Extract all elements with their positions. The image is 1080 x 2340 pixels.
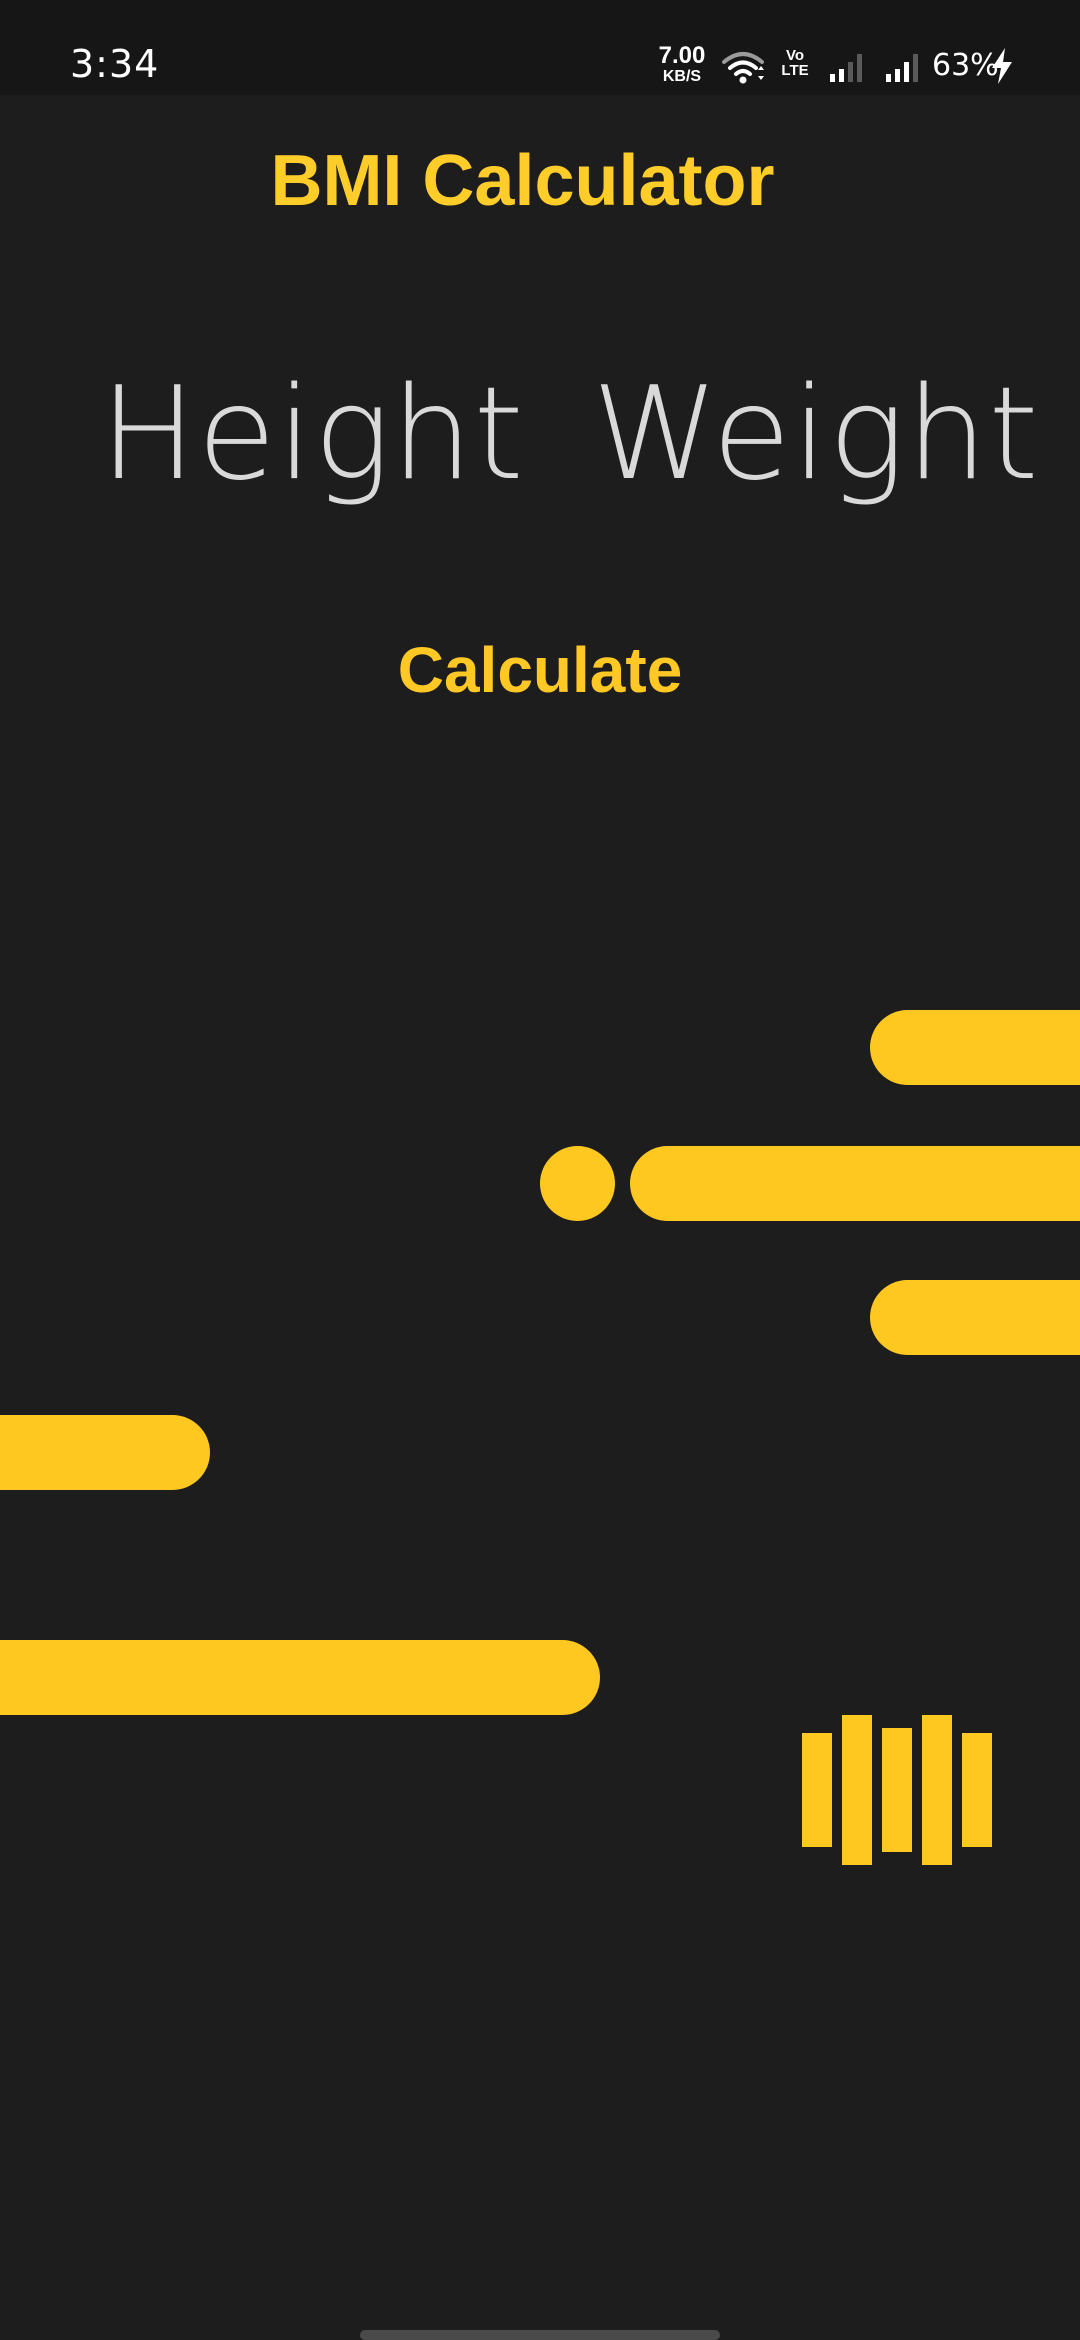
volte-icon: Vo LTE: [775, 48, 815, 78]
weight-label[interactable]: Weight: [592, 360, 1040, 509]
battery-percentage: 63%: [932, 48, 999, 83]
volte-line2: LTE: [781, 62, 809, 79]
network-speed-unit: KB/S: [662, 68, 702, 85]
signal-icon: [828, 50, 868, 89]
network-speed-value: 7.00: [658, 42, 706, 69]
status-bar: 3:34 7.00 KB/S Vo LTE 63%: [0, 0, 1080, 95]
decorative-bar: [870, 1010, 1080, 1085]
calculate-button[interactable]: Calculate: [340, 625, 740, 715]
status-time: 3:34: [70, 42, 160, 86]
decorative-bar: [870, 1280, 1080, 1355]
home-indicator[interactable]: [360, 2330, 720, 2340]
decorative-bar: [0, 1640, 600, 1715]
wifi-icon: [722, 50, 764, 89]
volte-line1: Vo: [785, 47, 805, 64]
charging-bolt-icon: [990, 48, 1014, 89]
decorative-dot: [540, 1146, 615, 1221]
app-title: BMI Calculator: [270, 141, 775, 221]
decorative-bar: [0, 1415, 210, 1490]
height-label[interactable]: Height: [100, 360, 525, 509]
equalizer-logo-icon: [802, 1715, 992, 1875]
screen: 3:34 7.00 KB/S Vo LTE 63% BMI Calculator…: [0, 0, 1080, 2340]
decorative-bar: [630, 1146, 1080, 1221]
signal-icon: [884, 50, 924, 89]
network-speed: 7.00 KB/S: [652, 44, 712, 85]
